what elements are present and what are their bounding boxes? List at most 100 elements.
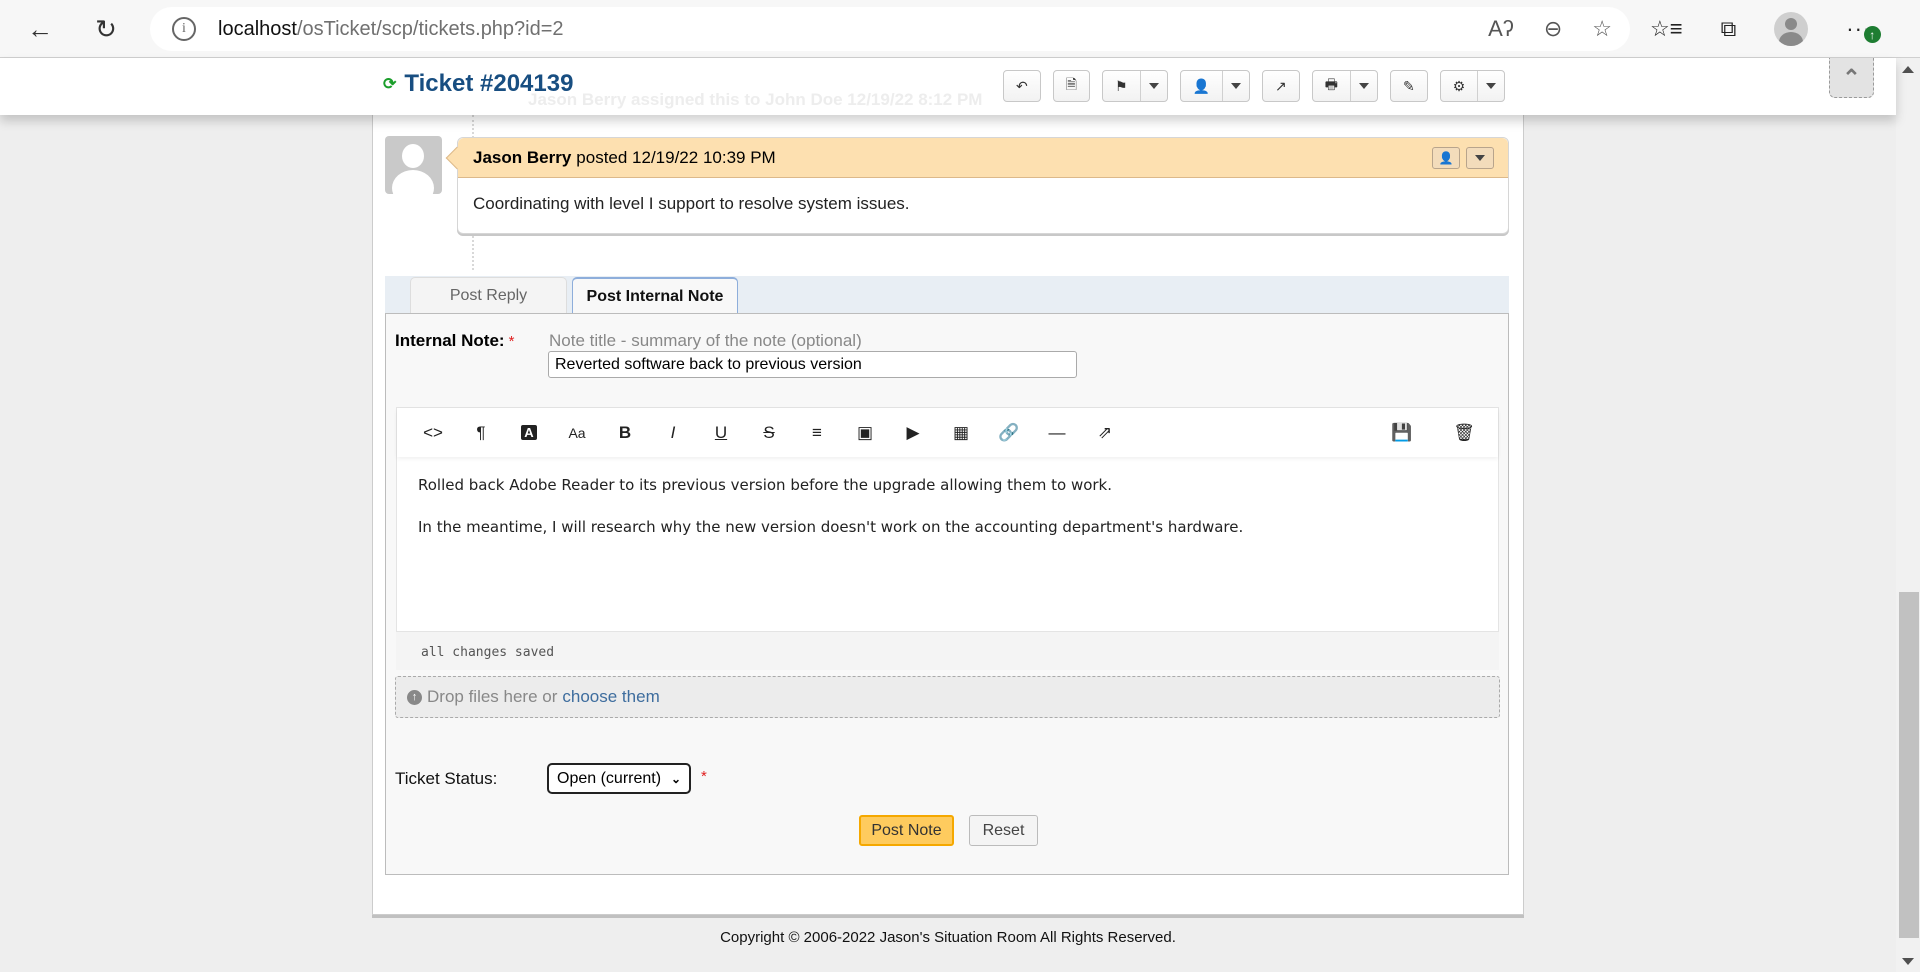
chevron-up-icon: ⌃	[1842, 64, 1861, 90]
ticket-number[interactable]: Ticket #204139	[404, 70, 573, 98]
url-text[interactable]: localhost/osTicket/scp/tickets.php?id=2	[218, 18, 564, 41]
address-bar[interactable]: i localhost/osTicket/scp/tickets.php?id=…	[150, 7, 1630, 51]
video-icon[interactable]: ▶	[889, 418, 937, 448]
tab-post-internal-note[interactable]: Post Internal Note	[572, 277, 738, 314]
editor-toolbar: <> ¶ A Aa B I U S ≡ ▣ ▶ ▦ 🔗 — ⇗ 💾 🗑	[397, 408, 1498, 457]
caret-down-icon	[1358, 83, 1369, 89]
delete-draft-icon[interactable]: 🗑	[1440, 418, 1488, 448]
code-view-icon[interactable]: <>	[409, 418, 457, 448]
image-icon[interactable]: ▣	[841, 418, 889, 448]
entry-user-button[interactable]: 👤	[1432, 147, 1460, 169]
print-button[interactable]: 🖶	[1311, 70, 1378, 102]
ticket-header: Jason Berry assigned this to John Doe 12…	[0, 58, 1896, 115]
caret-down-icon	[1475, 155, 1485, 161]
note-title-hint: Note title - summary of the note (option…	[549, 331, 862, 350]
scrollbar-thumb[interactable]	[1899, 592, 1919, 938]
read-aloud-icon[interactable]: Aʔ	[1488, 16, 1514, 42]
text-color-icon[interactable]: A	[505, 418, 553, 448]
assign-button[interactable]: 👤	[1179, 70, 1250, 102]
upload-icon: ↑	[407, 689, 422, 705]
required-mark: *	[508, 333, 515, 350]
gear-icon: ⚙	[1452, 77, 1466, 94]
entry-author: Jason Berry	[473, 147, 572, 167]
reply-icon: ↶	[1016, 77, 1028, 94]
more-dropdown[interactable]	[1477, 71, 1504, 101]
entry-body: Coordinating with level I support to res…	[473, 194, 910, 213]
flag-dropdown[interactable]	[1139, 71, 1167, 101]
footer-copyright: Copyright © 2006-2022 Jason's Situation …	[720, 929, 1176, 946]
list-icon[interactable]: ≡	[793, 418, 841, 448]
choose-files-link[interactable]: choose them	[562, 687, 659, 707]
update-badge-icon: ↑	[1864, 26, 1882, 43]
print-icon: 🖶	[1324, 76, 1338, 92]
ticket-actions: ↶ 🗎 ⚑ 👤 ↗ 🖶 ✎ ⚙	[1003, 70, 1506, 102]
internal-note-form: Internal Note: * Note title - summary of …	[385, 313, 1509, 875]
thread-entry-header: Jason Berry posted 12/19/22 10:39 PM 👤	[458, 138, 1508, 178]
collections-icon[interactable]: ⧉	[1721, 16, 1737, 42]
add-favorite-icon[interactable]: ☆	[1592, 16, 1612, 42]
link-icon[interactable]: 🔗	[985, 418, 1033, 448]
browser-toolbar: ← ↻ i localhost/osTicket/scp/tickets.php…	[0, 0, 1920, 58]
dropzone-text: Drop files here or	[427, 687, 558, 706]
share-icon: ↗	[1275, 77, 1287, 94]
user-icon: 👤	[1192, 77, 1210, 94]
ticket-status-label: Ticket Status:	[395, 769, 498, 788]
font-size-icon[interactable]: Aa	[553, 418, 601, 448]
scroll-down-arrow-icon[interactable]	[1902, 958, 1914, 965]
caret-down-icon	[1231, 83, 1241, 89]
internal-note-label-text: Internal Note:	[395, 331, 505, 350]
thread-entry: Jason Berry posted 12/19/22 10:39 PM 👤 C…	[445, 137, 1509, 234]
internal-note-label: Internal Note: *	[395, 331, 514, 351]
ticket-status-select[interactable]: Open (current) ⌄	[547, 763, 691, 794]
table-icon[interactable]: ▦	[937, 418, 985, 448]
editor-paragraph: Rolled back Adobe Reader to its previous…	[418, 476, 1113, 494]
file-icon: 🗎	[1065, 76, 1077, 92]
ticket-status-value: Open (current)	[557, 769, 662, 787]
site-info-icon[interactable]: i	[172, 17, 196, 41]
edit-button[interactable]: ✎	[1389, 70, 1428, 102]
edit-icon: ✎	[1402, 77, 1415, 94]
flag-button[interactable]: ⚑	[1102, 70, 1168, 102]
more-icon[interactable]: ··· ↑	[1846, 16, 1882, 43]
rich-text-editor: <> ¶ A Aa B I U S ≡ ▣ ▶ ▦ 🔗 — ⇗ 💾 🗑 Roll…	[396, 407, 1499, 632]
entry-options-button[interactable]	[1466, 147, 1494, 169]
avatar	[385, 136, 442, 194]
refresh-icon[interactable]: ↻	[88, 11, 124, 47]
bold-icon[interactable]: B	[601, 418, 649, 448]
page-scrollbar[interactable]	[1896, 58, 1920, 972]
fullscreen-icon[interactable]: ⇗	[1081, 418, 1129, 448]
underline-icon[interactable]: U	[697, 418, 745, 448]
caret-down-icon	[1148, 83, 1159, 89]
chevron-down-icon: ⌄	[670, 772, 681, 786]
print-dropdown[interactable]	[1349, 71, 1377, 101]
export-pdf-button[interactable]: 🗎	[1052, 70, 1090, 102]
entry-timestamp: posted 12/19/22 10:39 PM	[576, 147, 776, 167]
tab-post-reply[interactable]: Post Reply	[410, 277, 567, 313]
reply-button[interactable]: ↶	[1003, 70, 1041, 102]
scroll-to-top-button[interactable]: ⌃	[1829, 58, 1874, 98]
assign-dropdown[interactable]	[1222, 71, 1249, 101]
thread-event-behind: Jason Berry assigned this to John Doe 12…	[528, 90, 983, 109]
back-icon[interactable]: ←	[22, 11, 58, 47]
reset-button[interactable]: Reset	[969, 815, 1038, 846]
note-title-input[interactable]	[548, 351, 1077, 378]
save-draft-icon[interactable]: 💾	[1378, 418, 1426, 448]
flag-icon: ⚑	[1115, 77, 1128, 94]
strikethrough-icon[interactable]: S	[745, 418, 793, 448]
paragraph-icon[interactable]: ¶	[457, 418, 505, 448]
draft-save-status: all changes saved	[396, 632, 1499, 670]
profile-icon[interactable]	[1774, 12, 1809, 46]
favorites-icon[interactable]: ☆≡	[1650, 16, 1683, 42]
horizontal-rule-icon[interactable]: —	[1033, 418, 1081, 448]
scroll-up-arrow-icon[interactable]	[1902, 66, 1914, 73]
post-note-button[interactable]: Post Note	[859, 815, 954, 846]
transfer-button[interactable]: ↗	[1262, 70, 1300, 102]
url-host: localhost	[218, 17, 297, 40]
file-dropzone[interactable]: ↑ Drop files here or choose them	[395, 676, 1500, 718]
reload-icon[interactable]: ⟳	[383, 74, 396, 94]
zoom-out-icon[interactable]: ⊖	[1544, 16, 1562, 42]
user-icon: 👤	[1438, 151, 1454, 165]
more-actions-button[interactable]: ⚙	[1439, 70, 1506, 102]
italic-icon[interactable]: I	[649, 418, 697, 448]
editor-content[interactable]: Rolled back Adobe Reader to its previous…	[397, 457, 1498, 577]
